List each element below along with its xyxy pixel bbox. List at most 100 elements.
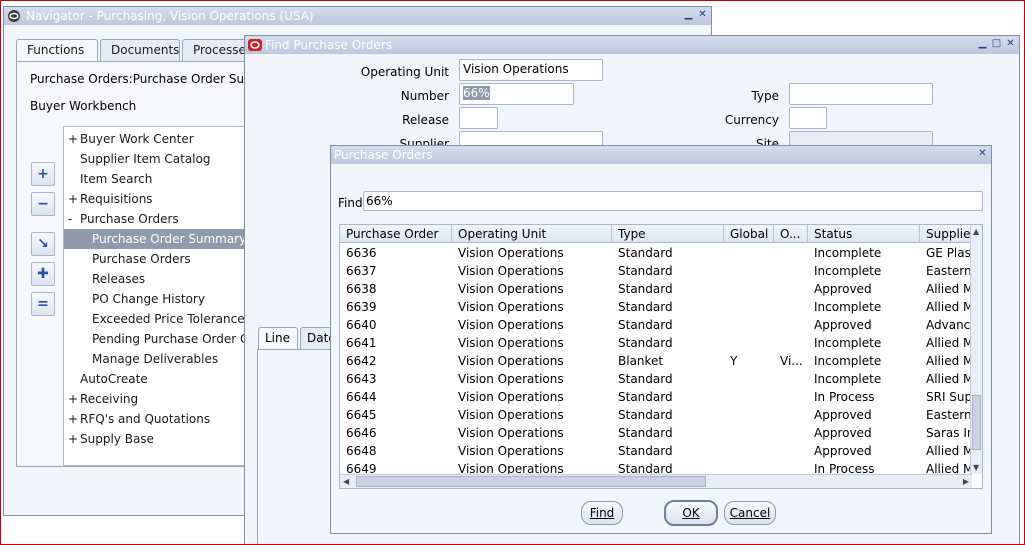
close-icon[interactable]: ✕ xyxy=(1004,38,1017,51)
find-title-bar[interactable]: Find Purchase Orders ▁ □ ✕ xyxy=(245,36,1019,54)
tree-item-prefix[interactable]: + xyxy=(68,129,80,149)
table-cell: Standard xyxy=(618,444,673,458)
table-cell xyxy=(774,316,808,334)
cancel-button[interactable]: Cancel xyxy=(724,501,776,525)
tree-item-prefix[interactable]: + xyxy=(68,409,80,429)
tree-item[interactable]: + Supply Base xyxy=(64,429,262,449)
table-row[interactable]: 6648 Vision Operations Standard Approved All… xyxy=(340,442,973,460)
table-cell: Standard xyxy=(618,318,673,332)
tab-documents[interactable]: Documents xyxy=(100,39,180,61)
restore-icon[interactable]: □ xyxy=(990,38,1003,51)
collapse-all-icon[interactable]: = xyxy=(31,292,55,316)
tree-item[interactable]: - Purchase Orders xyxy=(64,209,262,229)
find-button[interactable]: Find xyxy=(581,501,623,525)
operating-unit-label: Operating Unit xyxy=(360,65,449,79)
column-header[interactable]: Status xyxy=(808,225,920,243)
table-row[interactable]: 6644 Vision Operations Standard In Process S… xyxy=(340,388,972,406)
vertical-scrollbar[interactable]: ▲ ▼ xyxy=(970,225,982,474)
table-cell: Approved xyxy=(814,426,872,440)
table-row[interactable]: 6637 Vision Operations Standard Incomplete E… xyxy=(340,262,972,280)
tree-item[interactable]: Purchase Order Summary xyxy=(64,229,262,249)
tree-item[interactable]: PO Change History xyxy=(64,289,262,309)
buyer-workbench-item[interactable]: Buyer Workbench xyxy=(30,99,136,113)
horizontal-scroll-thumb[interactable] xyxy=(356,476,706,487)
tree-item-prefix[interactable]: + xyxy=(68,429,80,449)
tree-item[interactable]: Manage Deliverables xyxy=(64,349,262,369)
table-cell xyxy=(774,370,808,388)
tree-item[interactable]: Exceeded Price Tolerances xyxy=(64,309,262,329)
table-cell xyxy=(724,280,774,298)
supplier-field[interactable] xyxy=(459,131,603,146)
tree-item[interactable]: Purchase Orders xyxy=(64,249,262,269)
vertical-scroll-thumb[interactable] xyxy=(972,395,981,450)
scroll-down-icon[interactable]: ▼ xyxy=(973,463,979,472)
navigator-title-bar[interactable]: Navigator - Purchasing, Vision Operation… xyxy=(4,7,711,25)
table-row[interactable]: 6642 Vision Operations Blanket Y Vi... Incomp… xyxy=(340,352,973,370)
currency-field[interactable] xyxy=(789,107,827,129)
site-field[interactable] xyxy=(789,131,933,146)
tree-item[interactable]: + Requisitions xyxy=(64,189,262,209)
table-row[interactable]: 6639 Vision Operations Standard Incomplete A… xyxy=(340,298,973,316)
minimize-icon[interactable]: ▁ xyxy=(682,9,695,22)
horizontal-scrollbar[interactable]: ◀ ▶ xyxy=(340,474,972,488)
function-tree: + Buyer Work Center Supplier Item Catalog I… xyxy=(63,126,263,466)
tree-item[interactable]: Item Search xyxy=(64,169,262,189)
table-cell: 6643 xyxy=(346,372,377,386)
po-title-bar[interactable]: Purchase Orders ✕ xyxy=(331,146,991,164)
tree-item-label: Manage Deliverables xyxy=(92,352,219,366)
scroll-right-icon[interactable]: ▶ xyxy=(963,477,969,486)
release-field[interactable] xyxy=(459,107,498,129)
table-cell: 6640 xyxy=(346,318,377,332)
tree-item[interactable]: + Buyer Work Center xyxy=(64,129,262,149)
table-cell xyxy=(724,244,774,262)
tree-item[interactable]: Releases xyxy=(64,269,262,289)
column-header[interactable]: Global xyxy=(724,225,774,243)
column-header[interactable]: Type xyxy=(612,225,724,243)
close-icon[interactable]: ✕ xyxy=(696,9,709,22)
table-row[interactable]: 6646 Vision Operations Standard Approved Sar… xyxy=(340,424,974,442)
operating-unit-field[interactable]: Vision Operations xyxy=(459,59,603,81)
tab-date[interactable]: Date xyxy=(300,327,332,349)
table-cell: Standard xyxy=(618,426,673,440)
tab-line[interactable]: Line xyxy=(258,327,298,349)
column-header[interactable]: O... xyxy=(774,225,808,243)
table-row[interactable]: 6640 Vision Operations Standard Approved Adv… xyxy=(340,316,978,334)
tab-functions[interactable]: Functions xyxy=(16,39,98,63)
tree-item-prefix[interactable]: + xyxy=(68,189,80,209)
purchase-orders-dialog: Purchase Orders ✕ Find 66% Purchase Orde… xyxy=(330,145,992,534)
minimize-icon[interactable]: ▁ xyxy=(976,38,989,51)
tree-item-prefix[interactable]: + xyxy=(68,389,80,409)
table-row[interactable]: 6638 Vision Operations Standard Approved All… xyxy=(340,280,973,298)
ok-button[interactable]: OK xyxy=(664,500,718,526)
expand-all-icon[interactable]: ✚ xyxy=(31,262,55,286)
table-cell: 6636 xyxy=(346,246,377,260)
column-header[interactable]: Operating Unit xyxy=(452,225,612,243)
tree-item-label: Exceeded Price Tolerances xyxy=(92,312,251,326)
close-icon[interactable]: ✕ xyxy=(976,148,989,161)
tree-item-label: Buyer Work Center xyxy=(80,132,194,146)
column-header[interactable]: Purchase Order xyxy=(340,225,452,243)
tree-item[interactable]: AutoCreate xyxy=(64,369,262,389)
table-cell: Approved xyxy=(814,282,872,296)
table-cell: Vision Operations xyxy=(458,390,564,404)
purchase-orders-grid: Purchase Order Operating Unit Type Global O.… xyxy=(339,224,983,489)
find-input[interactable]: 66% xyxy=(363,191,983,211)
tree-item[interactable]: + Receiving xyxy=(64,389,262,409)
expand-branch-icon[interactable]: ↘ xyxy=(31,232,55,256)
tree-item[interactable]: Pending Purchase Order Changes xyxy=(64,329,262,349)
scroll-left-icon[interactable]: ◀ xyxy=(343,477,349,486)
tree-item-prefix[interactable]: - xyxy=(68,209,80,229)
number-field[interactable]: 66% xyxy=(459,83,574,105)
tree-item[interactable]: + RFQ's and Quotations xyxy=(64,409,262,429)
table-cell: Y xyxy=(730,354,738,368)
table-row[interactable]: 6643 Vision Operations Standard Incomplete A… xyxy=(340,370,973,388)
table-row[interactable]: 6641 Vision Operations Standard Incomplete A… xyxy=(340,334,973,352)
collapse-icon[interactable]: − xyxy=(31,192,55,216)
expand-icon[interactable]: + xyxy=(31,162,55,186)
tree-item[interactable]: Supplier Item Catalog xyxy=(64,149,262,169)
table-row[interactable]: 6645 Vision Operations Standard Approved Eas… xyxy=(340,406,972,424)
table-row[interactable]: 6636 Vision Operations Standard Incomplete G… xyxy=(340,244,972,262)
type-field[interactable] xyxy=(789,83,933,105)
scroll-up-icon[interactable]: ▲ xyxy=(973,227,979,236)
table-cell: Vision Operations xyxy=(458,426,564,440)
